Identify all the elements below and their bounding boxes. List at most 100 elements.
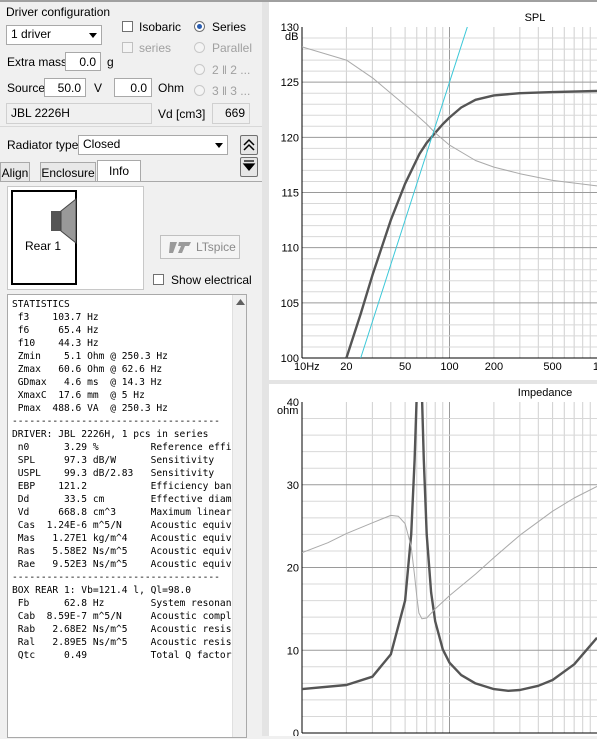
scroll-up-arrow-icon[interactable] [236, 299, 245, 305]
radiator-type-value: Closed [83, 137, 121, 151]
radio-2x2-label: 2 ‖ 2 ... [212, 63, 251, 77]
divider [0, 126, 262, 127]
enclosure-diagram-frame: Rear 1 [7, 186, 144, 290]
stats-line: Vd 668.8 cm^3 Maximum linear [12, 507, 232, 518]
stats-line: Rab 2.68E2 Ns/m^5 Acoustic resis [12, 624, 232, 635]
radio-2x2[interactable] [194, 64, 205, 75]
radio-series-label: Series [212, 20, 247, 34]
stats-line: f6 65.4 Hz [12, 325, 99, 336]
stats-line: f3 103.7 Hz [12, 312, 99, 323]
x-tick-label: 50 [399, 361, 411, 373]
stats-scrollbar[interactable] [232, 295, 246, 737]
stats-line: GDmax 4.6 ms @ 14.3 Hz [12, 377, 163, 388]
x-tick-label: 20 [340, 361, 352, 373]
y-tick-label: 10 [287, 645, 299, 657]
radio-3x3-label: 3 ‖ 3 ... [212, 84, 251, 98]
isobaric-checkbox[interactable] [122, 21, 133, 32]
spl-series-0 [345, 89, 597, 358]
extra-mass-input[interactable]: 0.0 [65, 52, 101, 71]
radio-series[interactable] [194, 21, 205, 32]
x-tick-label: 1 [593, 361, 597, 373]
impedance-chart-panel: Impedance ohm 40 30 20 10 0 [269, 384, 597, 739]
stats-line: USPL 99.3 dB/2.83 Sensitivity [12, 468, 215, 479]
enclosure-label: Rear 1 [25, 239, 62, 253]
chevron-down-bar-icon [242, 160, 256, 172]
series-checkbox[interactable] [122, 42, 133, 53]
stats-line: Rae 9.52E3 Ns/m^5 Acoustic equiv [12, 559, 232, 570]
stats-line: Pmax 488.6 VA @ 250.3 Hz [12, 403, 168, 414]
x-tick-label: 100 [440, 361, 458, 373]
tab-enclosure[interactable]: Enclosure [40, 162, 96, 182]
stats-line: Ras 5.58E2 Ns/m^5 Acoustic equiv [12, 546, 232, 557]
collapse-up-button[interactable] [240, 135, 258, 155]
stats-line: Zmax 60.6 Ohm @ 62.6 Hz [12, 364, 163, 375]
stats-line: n0 3.29 % Reference effi [12, 442, 232, 453]
radio-3x3[interactable] [194, 85, 205, 96]
y-tick-label: 125 [281, 77, 299, 89]
source-voltage-input[interactable]: 50.0 [44, 78, 86, 97]
spl-tick-labels: 13012512011511010510010Hz 20 50 100 200 500 1 [281, 22, 597, 373]
radio-parallel[interactable] [194, 42, 205, 53]
ohm-unit: Ohm [158, 81, 185, 95]
impedance-chart: Impedance ohm 403020100 [277, 387, 597, 739]
stats-line: Zmin 5.1 Ohm @ 250.3 Hz [12, 351, 168, 362]
extra-mass-unit: g [107, 55, 114, 69]
isobaric-label: Isobaric [139, 20, 182, 34]
chevron-down-icon [215, 143, 223, 148]
statistics-lines: STATISTICS f3 103.7 Hz f6 65.4 Hz f10 44… [12, 298, 234, 662]
chevron-down-icon [89, 33, 97, 38]
driver-name-field: JBL 2226H [6, 103, 152, 124]
statistics-textbox[interactable]: STATISTICS f3 103.7 Hz f6 65.4 Hz f10 44… [7, 294, 247, 738]
spl-chart: SPL dB 13012512011511010510010Hz 20 50 100 2… [281, 12, 597, 373]
x-tick-label: 200 [485, 361, 503, 373]
driver-count-select[interactable]: 1 driver [6, 25, 102, 45]
stats-line: SPL 97.3 dB/W Sensitivity [12, 455, 215, 466]
source-label: Source [7, 81, 46, 95]
radiator-type-select[interactable]: Closed [78, 135, 228, 155]
series-checkbox-label: series [139, 41, 172, 55]
x-tick-label: 10Hz [294, 361, 320, 373]
spl-grid [301, 27, 597, 359]
y-tick-label: 20 [287, 563, 299, 575]
ltspice-logo-icon [169, 242, 191, 253]
left-panel: Driver configuration 1 driver Isobaric s… [0, 2, 262, 739]
radiator-type-label: Radiator type [7, 138, 79, 152]
stats-line: Ral 2.89E5 Ns/m^5 Acoustic resis [12, 637, 232, 648]
stats-line: ------------------------------------ [12, 572, 220, 583]
expand-down-button[interactable] [240, 157, 258, 177]
extra-mass-label: Extra mass [7, 55, 68, 69]
vd-label: Vd [cm3] [158, 107, 206, 121]
stats-line: DRIVER: JBL 2226H, 1 pcs in series [12, 429, 209, 440]
stats-line: XmaxC 17.6 mm @ 5 Hz [12, 390, 145, 401]
tab-align[interactable]: Align [0, 162, 30, 182]
impedance-grid [301, 402, 597, 734]
driver-count-value: 1 driver [11, 27, 52, 41]
stats-line: Fb 62.8 Hz System resonan [12, 598, 232, 609]
stats-line: Qtc 0.49 Total Q factor [12, 650, 232, 661]
y-tick-label: 120 [281, 132, 299, 144]
radio-parallel-label: Parallel [212, 41, 253, 55]
ltspice-label: LTspice [196, 240, 236, 254]
stats-line: f10 44.3 Hz [12, 338, 99, 349]
vd-value-field: 669 [212, 103, 250, 124]
splitter[interactable] [262, 2, 269, 736]
y-tick-label: 105 [281, 298, 299, 310]
ltspice-button[interactable]: LTspice [160, 235, 240, 259]
source-ohm-input[interactable]: 0.0 [114, 78, 152, 97]
stats-line: Mas 1.27E1 kg/m^4 Acoustic equiv [12, 533, 232, 544]
y-tick-label: 130 [281, 22, 299, 34]
double-chevron-up-icon [243, 138, 255, 151]
y-tick-label: 0 [293, 728, 299, 736]
spl-chart-panel: SPL dB 130 125 120 115 110 105 100 10Hz 20 50 100 2… [269, 2, 597, 380]
y-tick-label: 110 [281, 243, 299, 255]
spl-chart-title: SPL [525, 12, 546, 24]
impedance-tick-labels: 40 30 20 10 0 [287, 397, 299, 739]
y-tick-label: 40 [287, 397, 299, 409]
stats-line: STATISTICS [12, 299, 70, 310]
impedance-chart-title: Impedance [518, 387, 572, 399]
tab-info[interactable]: Info [97, 160, 141, 182]
show-electrical-checkbox[interactable] [153, 274, 164, 285]
voltage-unit: V [94, 81, 103, 95]
driver-config-title: Driver configuration [6, 5, 111, 19]
spl-series-2 [360, 27, 468, 358]
